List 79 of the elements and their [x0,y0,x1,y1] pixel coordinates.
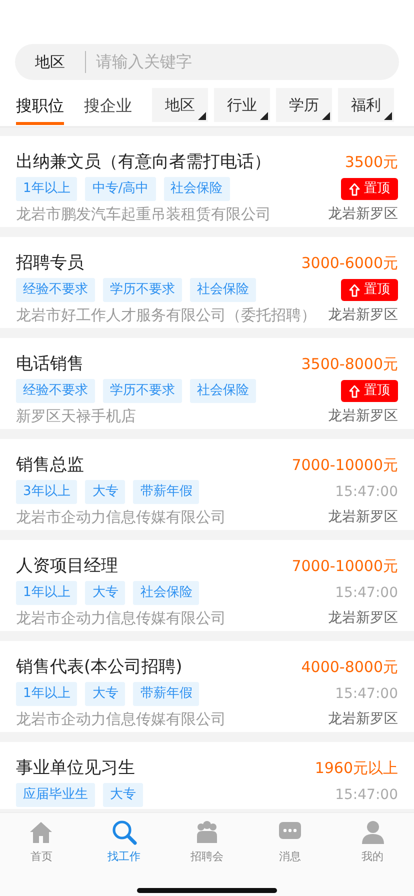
filter-dropdown[interactable]: 学历 [276,88,332,122]
job-tag: 1年以上 [16,581,78,605]
up-arrow-icon [349,284,360,296]
job-tag: 3年以上 [16,480,78,504]
job-title: 销售总监 [16,454,84,477]
job-tag: 社会保险 [190,278,256,302]
filter-dropdown[interactable]: 地区 [152,88,208,122]
job-tag: 经验不要求 [16,278,95,302]
job-tag: 1年以上 [16,177,78,201]
job-card[interactable]: 电话销售 3500-8000元 经验不要求 学历不要求 社会保险 置顶 新罗区天禄手机店 龙岩新罗区 [0,338,414,429]
company-name: 龙岩市企动力信息传媒有限公司 [16,507,226,528]
job-tag: 带薪年假 [133,480,200,504]
post-time: 15:47:00 [335,584,398,602]
job-title: 电话销售 [16,353,84,376]
corner-triangle-icon [384,112,392,120]
corner-triangle-icon [322,112,330,120]
salary: 1960元以上 [314,758,398,779]
job-tag: 社会保险 [164,177,230,201]
job-location: 龙岩新罗区 [328,306,398,324]
job-tag: 大专 [103,783,143,807]
job-location: 龙岩新罗区 [328,406,398,426]
company-name: 龙岩市鹏发汽车起重吊装租赁有限公司 [16,204,271,225]
job-card[interactable]: 事业单位见习生 1960元以上 应届毕业生 大专 15:47:00 [0,742,414,809]
salary: 3500元 [344,152,398,173]
job-tag: 应届毕业生 [16,783,95,807]
job-location: 龙岩新罗区 [328,508,398,526]
job-tag: 社会保险 [190,379,256,403]
job-card[interactable]: 出纳兼文员（有意向者需打电话） 3500元 1年以上 中专/高中 社会保险 置顶 龙岩市鹏发汽车起重吊装租赁有限公司 龙岩新罗区 [0,136,414,227]
job-tag: 大专 [85,682,126,706]
pin-top-button[interactable]: 置顶 [341,380,398,402]
salary: 7000-10000元 [292,556,398,577]
job-tag: 学历不要求 [103,278,182,302]
search-tab[interactable]: 搜企业 [84,89,132,125]
job-tag: 大专 [85,480,126,504]
search-tab[interactable]: 搜职位 [16,89,64,125]
company-name: 龙岩市好工作人才服务有限公司（委托招聘） [16,305,316,326]
search-field[interactable]: 地区 请输入关键字 [15,44,399,80]
job-location: 龙岩新罗区 [328,710,398,728]
job-tag: 1年以上 [16,682,78,706]
job-title: 事业单位见习生 [16,757,135,780]
post-time: 15:47:00 [335,684,398,704]
job-tag: 中专/高中 [85,177,156,201]
job-title: 人资项目经理 [16,555,118,578]
pin-top-button[interactable]: 置顶 [341,178,398,200]
company-name: 龙岩市企动力信息传媒有限公司 [16,709,226,730]
corner-triangle-icon [260,112,268,120]
job-title: 招聘专员 [16,252,84,275]
job-tag: 大专 [85,581,126,605]
job-location: 龙岩新罗区 [328,204,398,224]
filter-dropdown[interactable]: 行业 [214,88,270,122]
job-location: 龙岩新罗区 [328,608,398,628]
home-icon [28,819,54,845]
person-icon [360,819,386,845]
job-title: 出纳兼文员（有意向者需打电话） [16,151,271,174]
job-tag: 社会保险 [133,581,200,605]
filter-dropdown[interactable]: 福利 [338,88,394,122]
job-tag: 经验不要求 [16,379,95,403]
nav-tab[interactable]: 找工作 [94,819,154,866]
job-title: 销售代表(本公司招聘) [16,656,182,679]
job-card[interactable]: 销售代表(本公司招聘) 4000-8000元 1年以上 大专 带薪年假 15:47:00 龙岩市企动力信息传媒有限公司 龙岩新罗区 [0,641,414,732]
search-icon [111,819,138,845]
job-card[interactable]: 销售总监 7000-10000元 3年以上 大专 带薪年假 15:47:00 龙岩市企动力信息传媒有限公司 龙岩新罗区 [0,439,414,530]
job-tag: 带薪年假 [133,682,200,706]
up-arrow-icon [349,182,360,196]
company-name: 龙岩市企动力信息传媒有限公司 [16,608,226,629]
region-selector[interactable]: 地区 [15,50,85,74]
job-card[interactable]: 人资项目经理 7000-10000元 1年以上 大专 社会保险 15:47:00 龙岩市企动力信息传媒有限公司 龙岩新罗区 [0,540,414,631]
salary: 3000-6000元 [301,252,398,274]
salary: 7000-10000元 [292,454,398,476]
job-card[interactable]: 招聘专员 3000-6000元 经验不要求 学历不要求 社会保险 置顶 龙岩市好工作人才服务有限公司（委托招聘） 龙岩新罗区 [0,237,414,328]
company-name: 新罗区天禄手机店 [16,406,136,427]
salary: 3500-8000元 [301,354,398,375]
job-tag: 学历不要求 [103,379,182,403]
salary: 4000-8000元 [301,656,398,678]
pin-top-button[interactable]: 置顶 [341,279,398,301]
post-time: 15:47:00 [335,786,398,804]
up-arrow-icon [349,384,360,398]
corner-triangle-icon [198,112,206,120]
post-time: 15:47:00 [335,482,398,502]
